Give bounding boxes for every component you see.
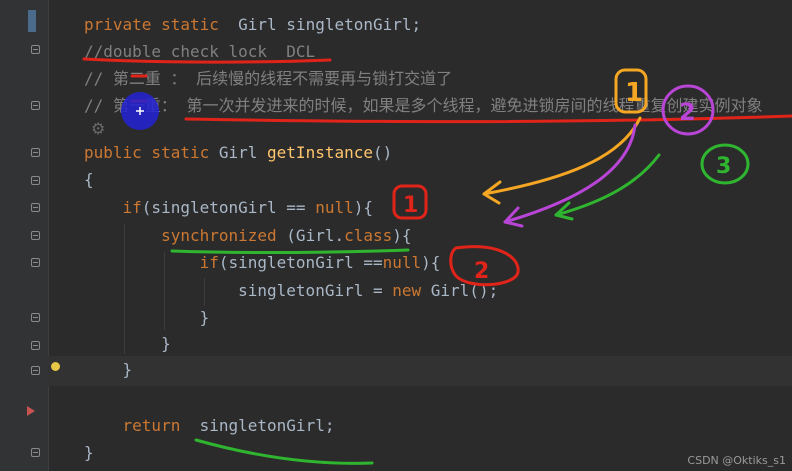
code-token: Girl singletonGirl; (228, 15, 422, 34)
code-token: Girl(); (430, 281, 499, 300)
fold-toggle-if-inner[interactable] (31, 258, 40, 267)
fold-toggle-close-outer[interactable] (31, 366, 40, 375)
code-token: // 第一重： 第一次并发进来的时候，如果是多个线程，避免进锁房间的线程重复创建… (84, 96, 763, 115)
fold-toggle-close-sync[interactable] (31, 341, 40, 350)
code-line-close-inner[interactable]: } (84, 306, 210, 330)
code-token: singletonGirl; (189, 416, 335, 435)
annotation-box-1: 1 (403, 193, 418, 218)
code-token: (singletonGirl == (218, 253, 383, 272)
code-line-assign[interactable]: singletonGirl = new Girl(); (84, 279, 498, 303)
code-token: class (344, 226, 393, 245)
fold-toggle-sync[interactable] (31, 231, 40, 240)
code-line-comment-first[interactable]: // 第一重： 第一次并发进来的时候，如果是多个线程，避免进锁房间的线程重复创建… (84, 94, 763, 118)
fold-toggle-close-inner[interactable] (31, 313, 40, 322)
code-token: //double check lock DCL (84, 42, 316, 61)
code-token: public static (84, 143, 219, 162)
fold-toggle-method[interactable] (31, 148, 40, 157)
watermark: CSDN @Oktiks_s1 (687, 454, 786, 467)
code-token: ){ (353, 198, 373, 217)
fold-toggle-comment-end[interactable] (31, 101, 40, 110)
code-line-return[interactable]: return singletonGirl; (84, 414, 335, 438)
code-token: (Girl. (286, 226, 345, 245)
code-line-if-inner[interactable]: if(singletonGirl ==null){ (84, 251, 441, 275)
code-token: if (84, 198, 142, 217)
code-line-close-outer[interactable]: } (84, 358, 133, 382)
lightbulb-icon[interactable] (51, 362, 60, 371)
editor-gutter (0, 0, 49, 471)
code-line-open-brace[interactable]: { (84, 168, 94, 192)
current-line-highlight (48, 356, 792, 386)
code-line-close-sync[interactable]: } (84, 332, 171, 356)
code-token: getInstance (267, 143, 373, 162)
code-token: () (373, 143, 393, 162)
bookmark-marker[interactable] (28, 10, 36, 32)
code-token: synchronized (84, 226, 287, 245)
code-token: (singletonGirl == (141, 198, 316, 217)
code-token: new (392, 281, 431, 300)
fold-toggle-open-brace[interactable] (31, 176, 40, 185)
svg-text:⚙: ⚙ (91, 119, 105, 138)
run-gutter-icon[interactable] (27, 406, 35, 416)
code-token: Girl (218, 143, 268, 162)
code-token: ){ (392, 226, 412, 245)
code-line-comment-second[interactable]: // 第二重 ： 后续慢的线程不需要再与锁打交道了 (84, 67, 452, 91)
code-token: ){ (421, 253, 441, 272)
code-line-close-method[interactable]: } (84, 441, 94, 465)
fold-toggle-comment[interactable] (31, 45, 40, 54)
code-token: private static (84, 15, 229, 34)
code-token: if (84, 253, 219, 272)
annotation-label-3: 3 (716, 154, 731, 179)
code-token: singletonGirl = (84, 281, 393, 300)
code-token: null (315, 198, 354, 217)
fold-toggle-if-outer[interactable] (31, 203, 40, 212)
code-token: } (84, 308, 210, 327)
code-line-method-sig[interactable]: public static Girl getInstance() (84, 141, 392, 165)
code-token: } (84, 334, 171, 353)
code-token: return (84, 416, 190, 435)
code-token: { (84, 170, 94, 189)
code-line-sync[interactable]: synchronized (Girl.class){ (84, 224, 412, 248)
code-token: } (84, 360, 133, 379)
code-line-if-outer[interactable]: if(singletonGirl == null){ (84, 196, 373, 220)
code-token: // 第二重 ： 后续慢的线程不需要再与锁打交道了 (84, 69, 453, 88)
code-line-field[interactable]: private static Girl singletonGirl; (84, 13, 421, 37)
fold-toggle-close-method[interactable] (31, 448, 40, 457)
code-token: } (84, 443, 94, 462)
code-line-comment-dcl[interactable]: //double check lock DCL (84, 40, 315, 64)
code-token: null (382, 253, 422, 272)
